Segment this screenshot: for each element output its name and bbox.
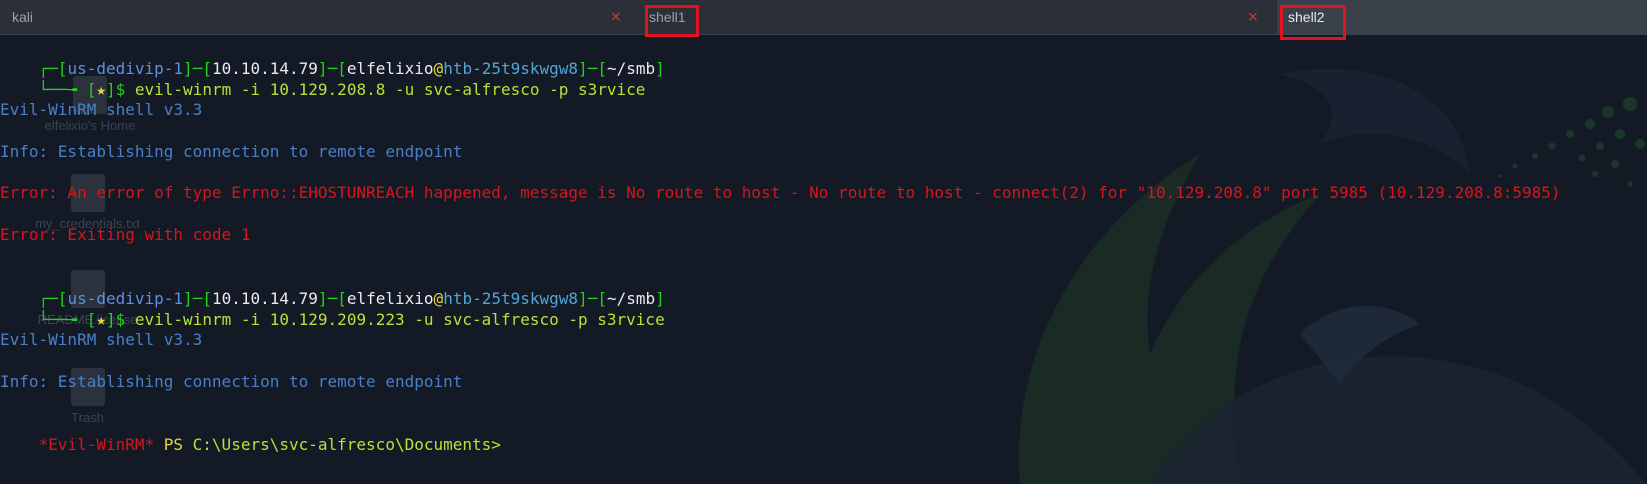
output-line: Info: Establishing connection to remote … — [0, 372, 463, 391]
evil-winrm-tag: *Evil-WinRM* — [38, 435, 155, 454]
bracket: ] — [655, 59, 665, 78]
prompt-dollar: $ — [115, 80, 135, 99]
output-line: Evil-WinRM shell v3.3 — [0, 330, 203, 349]
command-line: └──╼ [★]$ evil-winrm -i 10.129.209.223 -… — [0, 287, 665, 329]
output-line: Info: Establishing connection to remote … — [0, 142, 463, 161]
command-text: evil-winrm -i 10.129.208.8 -u svc-alfres… — [134, 80, 646, 99]
prompt-header-line: ┌─[us-dedivip-1]─[10.10.14.79]─[elfelixi… — [0, 266, 665, 308]
output-line: Evil-WinRM shell v3.3 — [0, 100, 203, 119]
error-line: Error: An error of type Errno::EHOSTUNRE… — [0, 183, 1561, 202]
close-tab-icon[interactable]: × — [1247, 0, 1259, 34]
star-icon: ★ — [96, 310, 106, 329]
error-line: Error: Exiting with code 1 — [0, 225, 251, 244]
star-icon: ★ — [96, 80, 106, 99]
prompt-dollar: $ — [115, 310, 135, 329]
command-line: └──╼ [★]$ evil-winrm -i 10.129.208.8 -u … — [0, 57, 646, 99]
command-text: evil-winrm -i 10.129.209.223 -u svc-alfr… — [134, 310, 665, 329]
prompt-corner: └──╼ — [38, 80, 87, 99]
bracket: ] — [105, 80, 116, 99]
annotation-box-shell1 — [645, 5, 699, 37]
ps-path: C:\Users\svc-alfresco\Documents> — [192, 435, 501, 454]
bracket: ] — [105, 310, 116, 329]
tab-shell1[interactable]: shell1 × — [645, 0, 1260, 34]
tab-kali[interactable]: kali × — [0, 0, 622, 34]
tab-label: kali — [12, 9, 34, 25]
bracket: [ — [86, 310, 97, 329]
ps-label: PS — [154, 435, 193, 454]
tab-bar: kali × shell1 × shell2 — [0, 0, 1647, 40]
terminal-pane[interactable]: elfelixio's Home my_credentials.txt READ… — [0, 34, 1647, 484]
bracket: [ — [86, 80, 97, 99]
powershell-prompt-line[interactable]: *Evil-WinRM* PS C:\Users\svc-alfresco\Do… — [0, 412, 501, 454]
prompt-corner: └──╼ — [38, 310, 87, 329]
prompt-header-line: ┌─[us-dedivip-1]─[10.10.14.79]─[elfelixi… — [0, 36, 665, 78]
close-tab-icon[interactable]: × — [610, 0, 622, 34]
